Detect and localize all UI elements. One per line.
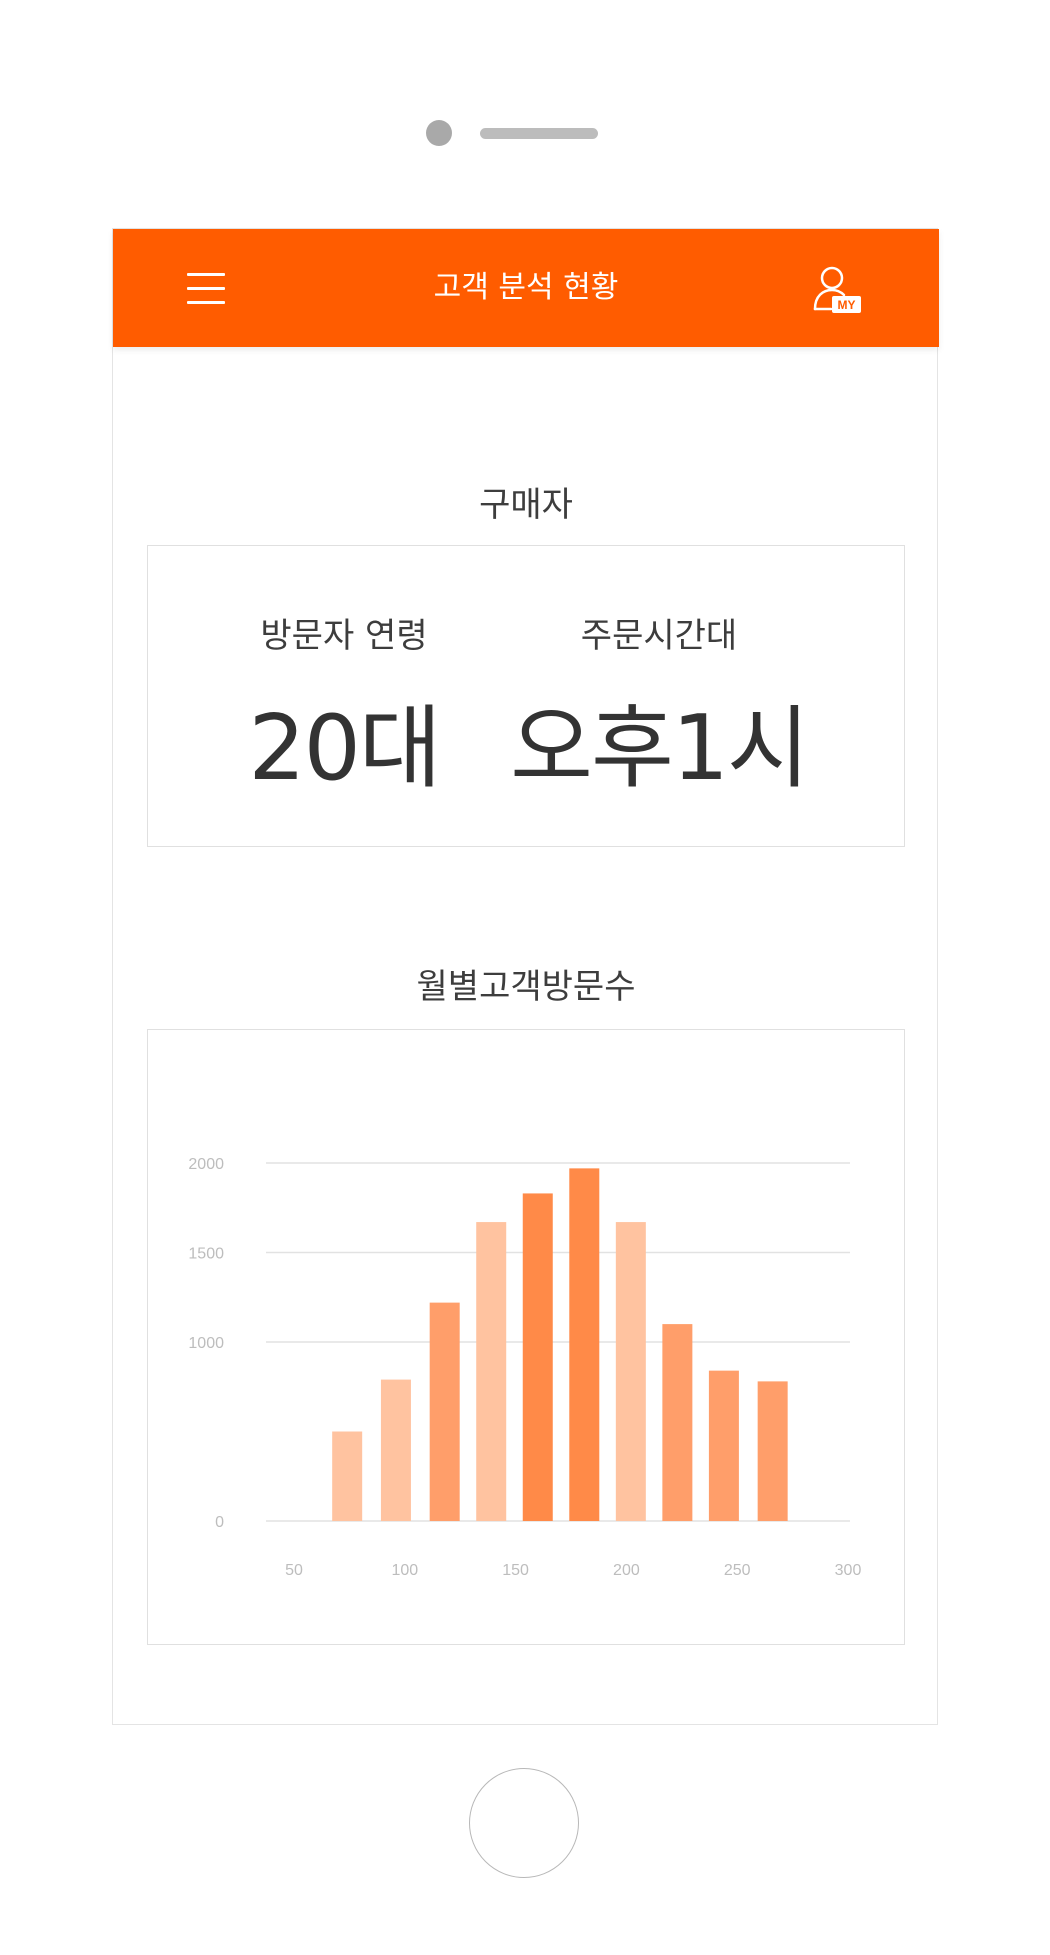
x-tick-label: 200	[613, 1562, 640, 1579]
front-camera	[426, 120, 452, 146]
buyer-stats-card: 방문자 연령 20대 주문시간대 오후1시	[147, 545, 905, 847]
y-tick-label: 1000	[188, 1335, 224, 1352]
x-tick-label: 300	[835, 1562, 862, 1579]
earpiece-speaker	[480, 128, 598, 139]
app-header: 고객 분석 현황 MY	[113, 229, 939, 347]
x-tick-label: 100	[391, 1562, 418, 1579]
order-time-label: 주문시간대	[580, 616, 738, 656]
chart-bar	[522, 1193, 553, 1521]
visitor-age-value: 20대	[248, 696, 441, 801]
order-time-value: 오후1시	[510, 696, 810, 801]
x-tick-label: 250	[724, 1562, 751, 1579]
chart-bar	[708, 1370, 739, 1521]
hamburger-icon-line-3	[187, 301, 225, 304]
user-my-icon: MY	[813, 266, 861, 313]
order-time-stat: 주문시간대 오후1시	[506, 608, 812, 805]
chart-bar	[757, 1381, 788, 1521]
visitor-age-stat: 방문자 연령 20대	[212, 608, 476, 805]
visitor-age-label: 방문자 연령	[260, 616, 428, 656]
chart-bar	[380, 1379, 411, 1521]
monthly-visits-chart-card: 0 1000 1500 2000 50 100 150 200 250 300	[147, 1029, 905, 1645]
chart-bar	[569, 1168, 600, 1521]
x-tick-label: 150	[502, 1562, 529, 1579]
chart-bar	[615, 1222, 646, 1521]
chart-bar	[662, 1324, 693, 1521]
menu-button[interactable]	[183, 265, 231, 311]
y-tick-label: 0	[215, 1514, 224, 1531]
y-tick-label: 1500	[188, 1246, 224, 1263]
chart-bars	[332, 1168, 788, 1521]
chart-bar	[332, 1431, 363, 1521]
home-button[interactable]	[469, 1768, 579, 1878]
chart-bar	[476, 1222, 507, 1521]
my-badge-text: MY	[838, 298, 856, 312]
my-page-button[interactable]: MY	[813, 263, 863, 315]
x-axis-ticks: 50 100 150 200 250 300	[285, 1562, 861, 1579]
buyer-section-title: 구매자	[479, 485, 573, 525]
y-axis-ticks: 0 1000 1500 2000	[188, 1156, 224, 1531]
hamburger-icon-line-2	[187, 287, 225, 290]
monthly-visits-title: 월별고객방문수	[416, 967, 636, 1007]
y-tick-label: 2000	[188, 1156, 224, 1173]
chart-bar	[429, 1302, 460, 1521]
phone-screen: 고객 분석 현황 MY 구매자 방문자 연령 20대 주문시간대 오후1시 월별…	[112, 228, 939, 1725]
x-tick-label: 50	[285, 1562, 303, 1579]
hamburger-icon-line-1	[187, 273, 225, 276]
monthly-visits-chart: 0 1000 1500 2000 50 100 150 200 250 300	[188, 1156, 861, 1579]
